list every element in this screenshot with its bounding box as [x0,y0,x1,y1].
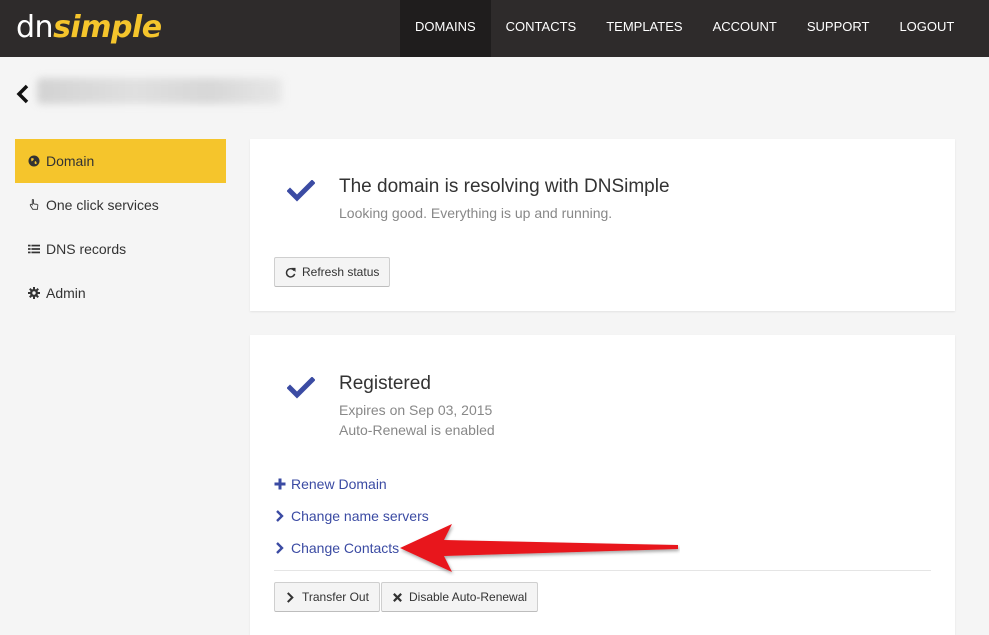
checkmark-icon [287,180,315,202]
nav-contacts[interactable]: CONTACTS [491,0,592,57]
renew-domain-label: Renew Domain [291,476,387,492]
resolving-status-panel: The domain is resolving with DNSimple Lo… [250,139,955,311]
expiry-date-text: Expires on Sep 03, 2015 [339,402,493,418]
globe-icon [28,155,40,167]
plus-icon [274,478,286,490]
registration-panel: Registered Expires on Sep 03, 2015 Auto-… [250,335,955,635]
logo-text-dn: dn [16,10,54,45]
sidebar-item-domain[interactable]: Domain [15,139,226,183]
nav-domains[interactable]: DOMAINS [400,0,491,57]
sidebar-item-label: DNS records [46,241,127,257]
dnsimple-logo[interactable]: dnsimple [16,8,162,48]
refresh-icon [285,267,296,278]
logo-text-simple: simple [53,10,162,45]
nav-support[interactable]: SUPPORT [792,0,885,57]
registration-title: Registered [339,373,431,394]
change-contacts-label: Change Contacts [291,540,400,556]
sidebar-item-one-click-services[interactable]: One click services [15,183,226,227]
transfer-out-label: Transfer Out [302,590,369,604]
pointer-hand-icon [29,199,39,210]
domain-name-redacted [37,78,282,104]
chevron-right-icon [276,542,284,554]
chevron-left-icon[interactable] [16,84,30,104]
nav-account[interactable]: ACCOUNT [698,0,792,57]
sidebar-item-label: Admin [46,285,86,301]
auto-renewal-status-text: Auto-Renewal is enabled [339,422,495,438]
transfer-out-button[interactable]: Transfer Out [274,582,380,612]
sidebar: Domain One click services DNS records Ad… [15,139,226,315]
resolving-title: The domain is resolving with DNSimple [339,176,670,197]
disable-auto-renewal-button[interactable]: Disable Auto-Renewal [381,582,539,612]
list-icon [28,244,40,254]
nav-logout[interactable]: LOGOUT [884,0,969,57]
sidebar-item-dns-records[interactable]: DNS records [15,227,226,271]
chevron-right-icon [276,510,284,522]
resolving-subtitle: Looking good. Everything is up and runni… [339,205,613,221]
sidebar-item-admin[interactable]: Admin [15,271,226,315]
change-contacts-link[interactable]: Change Contacts [274,540,399,556]
refresh-status-button[interactable]: Refresh status [274,257,391,287]
annotation-arrow [400,524,678,572]
refresh-status-label: Refresh status [302,265,380,279]
nav-templates[interactable]: TEMPLATES [591,0,697,57]
chevron-right-icon [287,591,294,603]
checkmark-icon [287,377,315,399]
close-icon [393,592,402,602]
sidebar-item-label: One click services [46,197,159,213]
main-nav: DOMAINS CONTACTS TEMPLATES ACCOUNT SUPPO… [400,0,969,57]
sidebar-item-label: Domain [46,153,95,169]
gear-icon [28,287,40,299]
renew-domain-link[interactable]: Renew Domain [274,476,387,492]
disable-auto-renewal-label: Disable Auto-Renewal [409,590,528,604]
top-navbar: dnsimple DOMAINS CONTACTS TEMPLATES ACCO… [0,0,989,57]
